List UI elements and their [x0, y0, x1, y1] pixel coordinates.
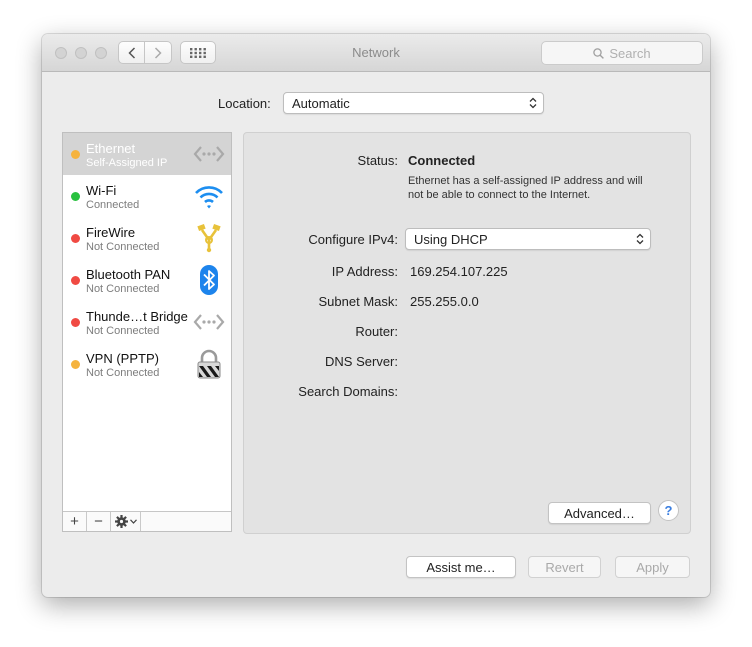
bluetooth-icon [200, 265, 218, 295]
title-bar: Network Search [42, 34, 710, 72]
ip-address-value: 169.254.107.225 [410, 264, 508, 279]
status-label: Status: [357, 153, 398, 168]
ip-address-label: IP Address: [331, 264, 398, 279]
dns-server-label: DNS Server: [325, 354, 398, 369]
service-item-wifi[interactable]: Wi-Fi Connected [63, 175, 231, 217]
status-dot [71, 192, 80, 201]
assist-me-button[interactable]: Assist me… [406, 556, 516, 578]
status-dot [71, 318, 80, 327]
service-status: Not Connected [86, 325, 160, 337]
service-item-ethernet[interactable]: Ethernet Self-Assigned IP [63, 133, 231, 175]
service-name: FireWire [86, 225, 136, 240]
chevron-down-icon [129, 519, 137, 524]
service-item-vpn[interactable]: VPN (PPTP) Not Connected [63, 343, 231, 385]
gear-icon [114, 515, 128, 528]
service-status: Self-Assigned IP [86, 157, 168, 169]
search-placeholder: Search [609, 45, 651, 61]
wifi-icon [195, 186, 223, 209]
add-service-button[interactable]: + [63, 512, 87, 531]
vpn-lock-icon [197, 349, 221, 379]
service-list-toolbar: + − [63, 511, 231, 531]
service-status: Not Connected [86, 367, 160, 379]
plus-icon: + [70, 513, 79, 530]
help-button[interactable]: ? [658, 500, 679, 521]
service-status: Connected [86, 199, 140, 211]
router-label: Router: [355, 324, 398, 339]
service-name: VPN (PPTP) [86, 351, 159, 366]
service-item-thunderbolt-bridge[interactable]: Thunde…t Bridge Not Connected [63, 301, 231, 343]
service-status: Not Connected [86, 283, 160, 295]
service-name: Bluetooth PAN [86, 267, 171, 282]
search-field[interactable]: Search [541, 41, 703, 65]
status-note: Ethernet has a self-assigned IP address … [408, 175, 643, 201]
service-name: Thunde…t Bridge [86, 309, 188, 324]
revert-button[interactable]: Revert [528, 556, 601, 578]
subnet-mask-label: Subnet Mask: [318, 294, 399, 309]
search-domains-label: Search Domains: [298, 384, 398, 399]
advanced-button[interactable]: Advanced… [548, 502, 651, 524]
service-item-firewire[interactable]: FireWire Not Connected [63, 217, 231, 259]
popup-arrows-icon [636, 233, 644, 245]
ethernet-arrows-icon [193, 146, 225, 162]
location-popup[interactable]: Automatic [283, 92, 544, 114]
status-value: Connected [408, 153, 476, 168]
status-dot [71, 234, 80, 243]
service-item-bluetooth-pan[interactable]: Bluetooth PAN Not Connected [63, 259, 231, 301]
search-icon [593, 47, 605, 59]
configure-ipv4-value: Using DHCP [414, 231, 488, 247]
status-dot [71, 276, 80, 285]
service-name: Ethernet [86, 141, 136, 156]
remove-service-button[interactable]: − [87, 512, 111, 531]
details-panel: Status: Connected Ethernet has a self-as… [243, 132, 691, 534]
thunderbolt-arrows-icon [193, 314, 225, 330]
service-status: Not Connected [86, 241, 160, 253]
status-dot [71, 150, 80, 159]
location-value: Automatic [292, 95, 350, 111]
location-label: Location: [218, 96, 271, 111]
firewire-icon [197, 223, 221, 253]
apply-button[interactable]: Apply [615, 556, 690, 578]
service-list: Ethernet Self-Assigned IP Wi-Fi Connecte… [62, 132, 232, 532]
minus-icon: − [94, 513, 103, 530]
action-menu-button[interactable] [111, 512, 141, 531]
network-preferences-window: Network Search Location: Automatic Ether… [42, 34, 710, 597]
popup-arrows-icon [529, 97, 537, 109]
status-dot [71, 360, 80, 369]
configure-ipv4-popup[interactable]: Using DHCP [405, 228, 651, 250]
subnet-mask-value: 255.255.0.0 [410, 294, 479, 309]
service-name: Wi-Fi [86, 183, 117, 198]
configure-ipv4-label: Configure IPv4: [308, 232, 398, 247]
